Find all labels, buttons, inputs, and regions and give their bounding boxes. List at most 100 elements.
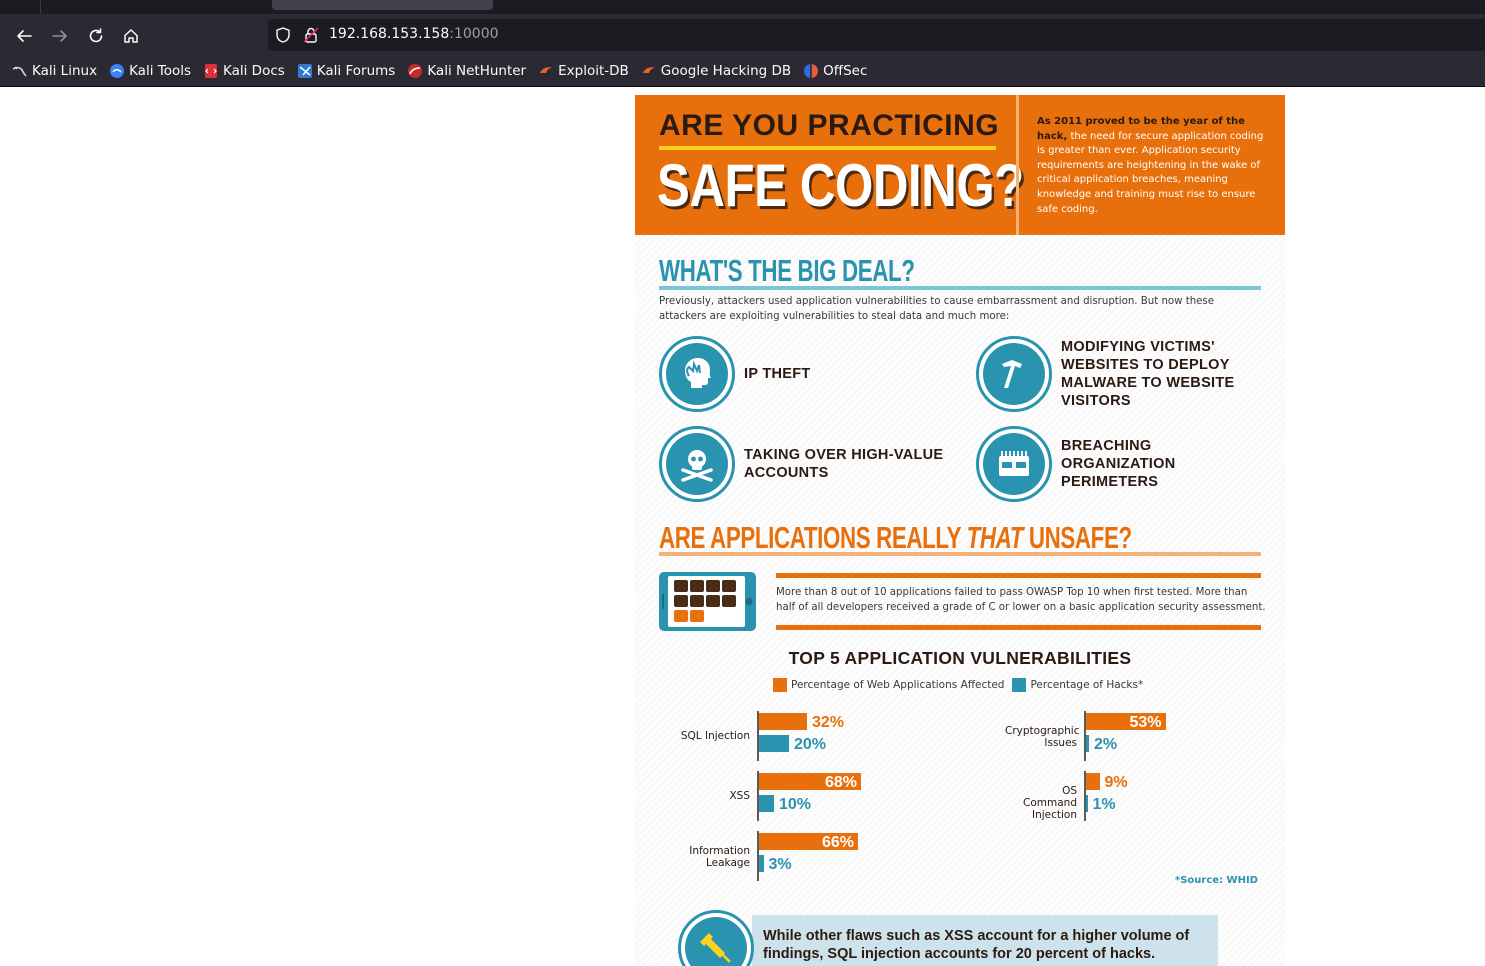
legend-label: Percentage of Hacks*: [1030, 679, 1144, 691]
kali-docs-icon: [205, 64, 217, 78]
category-label: SQL Injection: [680, 730, 750, 742]
hero-banner: ARE YOU PRACTICING SAFE CODING? As 2011 …: [635, 95, 1285, 235]
navigation-bar: 192.168.153.158:10000: [0, 14, 1485, 56]
hero-heading-line1: ARE YOU PRACTICING: [659, 109, 1000, 142]
bar-hacks: [759, 795, 774, 812]
bar-hacks: [759, 855, 764, 872]
bookmark-label: Kali Forums: [316, 63, 396, 79]
hero-underline: [659, 146, 996, 150]
bar-value-label: 66%: [822, 834, 855, 851]
threat-taking-over-accounts: TAKING OVER HIGH-VALUE ACCOUNTS: [659, 426, 944, 502]
bar-value-label: 9%: [1104, 774, 1128, 791]
bookmark-label: Kali Docs: [223, 63, 285, 79]
bar-value-label: 1%: [1092, 796, 1116, 813]
threat-ip-theft: IP THEFT: [659, 336, 811, 412]
bar-value-label: 68%: [825, 774, 858, 791]
kali-dragon-icon: [12, 66, 27, 77]
bookmark-label: Kali Tools: [129, 63, 191, 79]
unsafe-title: ARE APPLICATIONS REALLY THAT UNSAFE?: [659, 520, 1132, 556]
bookmark-exploit-db[interactable]: Exploit-DB: [538, 63, 629, 79]
hero-divider: [1016, 95, 1019, 235]
url-bar[interactable]: 192.168.153.158:10000: [268, 19, 1485, 51]
bookmark-label: Kali NetHunter: [427, 63, 527, 79]
active-tab[interactable]: [272, 0, 493, 10]
shield-icon[interactable]: [274, 26, 292, 44]
bar-hacks: [759, 735, 789, 752]
big-deal-rule: [659, 286, 1261, 290]
category-label: Cryptographic Issues: [1005, 725, 1080, 749]
big-deal-text: Previously, attackers used application v…: [659, 296, 1215, 322]
kali-tools-icon: [110, 64, 125, 78]
home-button[interactable]: [117, 22, 145, 50]
bookmark-label: Kali Linux: [32, 63, 98, 79]
chart-title: TOP 5 APPLICATION VULNERABILITIES: [788, 648, 1132, 668]
bar-value-label: 10%: [779, 796, 812, 813]
threat-label: MODIFYING VICTIMS' WEBSITES TO DEPLOY MA…: [1061, 339, 1235, 409]
bar-hacks: [1086, 795, 1088, 812]
hero-intro-text: As 2011 proved to be the year of the hac…: [1037, 115, 1269, 217]
bookmark-offsec[interactable]: OffSec: [803, 63, 867, 79]
category-label: Information Leakage: [689, 845, 750, 869]
unsafe-title-emphasis: THAT: [966, 520, 1024, 555]
infographic-image: ARE YOU PRACTICING SAFE CODING? As 2011 …: [635, 95, 1285, 966]
threat-breaching-perimeters: BREACHING ORGANIZATION PERIMETERS: [976, 426, 1266, 502]
bookmarks-toolbar: Kali Linux Kali Tools Kali Docs Kali For…: [0, 56, 1485, 87]
tablet-grid-icon: [659, 572, 756, 631]
threat-label: TAKING OVER HIGH-VALUE ACCOUNTS: [744, 447, 944, 481]
back-button[interactable]: [10, 22, 38, 50]
legend-item-affected: Percentage of Web Applications Affected: [773, 678, 1004, 692]
bookmark-kali-linux[interactable]: Kali Linux: [12, 63, 97, 79]
category-label: XSS: [729, 790, 750, 802]
bar-apps-affected: [1086, 773, 1100, 790]
bookmark-kali-docs[interactable]: Kali Docs: [203, 63, 285, 79]
big-deal-title: WHAT'S THE BIG DEAL?: [659, 253, 915, 288]
arrow-right-icon: [52, 30, 67, 42]
legend-swatch-teal: [1012, 678, 1027, 692]
url-host: 192.168.153.158: [329, 26, 450, 42]
reload-button[interactable]: [82, 22, 110, 50]
stat-rule-top: [776, 573, 1261, 578]
threat-label: IP THEFT: [744, 366, 811, 382]
url-text[interactable]: 192.168.153.158:10000: [329, 26, 499, 42]
calendar-binder-icon: [976, 426, 1052, 502]
chart-legend: Percentage of Web Applications Affected …: [773, 678, 1151, 692]
bookmark-kali-nethunter[interactable]: Kali NetHunter: [407, 63, 526, 79]
legend-swatch-orange: [773, 678, 787, 692]
bookmark-kali-forums[interactable]: Kali Forums: [297, 63, 396, 79]
exploit-db-icon: [540, 67, 553, 73]
unsafe-rule: [659, 552, 1261, 556]
bar-apps-affected: [759, 713, 807, 730]
arrow-left-icon: [17, 30, 32, 42]
bar-value-label: 2%: [1094, 736, 1118, 753]
legend-label: Percentage of Web Applications Affected: [791, 679, 1005, 691]
hero-intro-body: the need for secure application coding i…: [1037, 130, 1264, 215]
skull-crossbones-icon: [659, 426, 735, 502]
forward-button[interactable]: [46, 22, 74, 50]
bookmark-kali-tools[interactable]: Kali Tools: [109, 63, 191, 79]
bar-value-label: 32%: [812, 714, 845, 731]
syringe-icon: [678, 910, 754, 966]
bookmark-google-hacking-db[interactable]: Google Hacking DB: [641, 63, 791, 79]
stat-rule-bottom: [776, 625, 1261, 630]
unsafe-title-a: ARE APPLICATIONS REALLY: [659, 520, 967, 555]
legend-item-hacks: Percentage of Hacks*: [1012, 678, 1143, 692]
chart-source: *Source: WHID: [1175, 875, 1258, 886]
offsec-icon: [804, 64, 819, 78]
hammer-icon: [976, 336, 1052, 412]
bookmark-label: Exploit-DB: [558, 63, 629, 79]
home-icon: [124, 29, 138, 43]
url-port: :10000: [449, 26, 499, 42]
reload-icon: [89, 28, 103, 43]
bar-hacks: [1086, 735, 1089, 752]
stat-text: More than 8 out of 10 applications faile…: [776, 587, 1266, 613]
threat-modifying-websites: MODIFYING VICTIMS' WEBSITES TO DEPLOY MA…: [976, 336, 1266, 412]
hero-heading-line2: SAFE CODING?: [657, 152, 1024, 219]
insecure-lock-icon[interactable]: [302, 26, 320, 44]
bar-value-label: 53%: [1129, 714, 1162, 731]
bookmark-label: OffSec: [823, 63, 868, 79]
kali-forums-icon: [297, 64, 312, 78]
tab-separator: [40, 0, 41, 14]
tab-strip: [0, 0, 1485, 14]
google-hacking-db-icon: [642, 67, 655, 73]
category-label: OS Command Injection: [1023, 785, 1077, 821]
